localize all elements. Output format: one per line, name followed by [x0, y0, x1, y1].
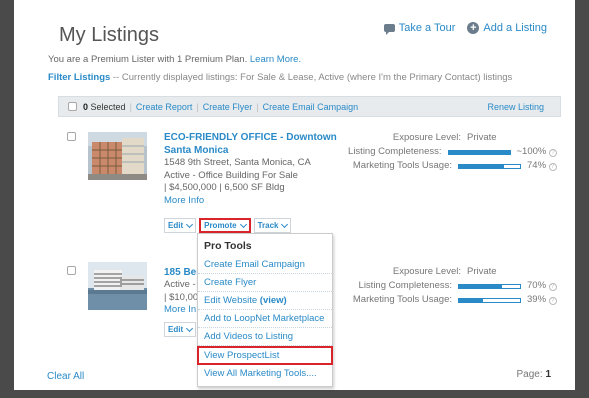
promote-button[interactable]: Promote [199, 218, 251, 233]
help-icon[interactable]: ? [549, 149, 557, 157]
menu-item-view-prospectlist[interactable]: View ProspectList [197, 346, 333, 365]
listing-checkbox[interactable] [67, 266, 76, 275]
selected-count: 0 Selected [83, 101, 126, 112]
help-icon[interactable]: ? [548, 163, 557, 171]
pagination: Page: 1 [517, 369, 551, 380]
marketing-bar [458, 163, 521, 169]
completeness-label: Listing Completeness: [358, 280, 452, 291]
pro-tools-header: Pro Tools [204, 240, 252, 252]
exposure-row: Exposure Level: Private [348, 131, 557, 145]
promote-dropdown-menu: Pro Tools Create Email Campaign Create F… [197, 233, 333, 387]
help-icon[interactable]: ? [548, 283, 557, 291]
divider: | [196, 101, 199, 112]
premium-notice: You are a Premium Lister with 1 Premium … [48, 54, 301, 65]
marketing-row: Marketing Tools Usage: 74% ? [348, 159, 557, 173]
marketing-row: Marketing Tools Usage: 39% ? [353, 293, 557, 307]
divider: | [129, 101, 132, 112]
exposure-label: Exposure Level: [392, 266, 461, 277]
completeness-row: Listing Completeness: 70% ? [353, 279, 557, 293]
create-email-campaign-link[interactable]: Create Email Campaign [263, 102, 359, 112]
add-listing-label: Add a Listing [483, 22, 547, 34]
marketing-value: 39% ? [527, 293, 557, 307]
page-label: Page: [516, 369, 543, 380]
filter-listings-link[interactable]: Filter Listings [48, 72, 110, 83]
listing-stats: Exposure Level: Private Listing Complete… [353, 265, 557, 307]
listing-thumbnail[interactable] [88, 262, 147, 310]
more-info-link[interactable]: More Info [164, 195, 354, 208]
listing-row: ECO-FRIENDLY OFFICE - Downtown Santa Mon… [58, 128, 561, 233]
listing-price: | $4,500,000 | 6,500 SF Bldg [164, 182, 285, 193]
filter-row: Filter Listings -- Currently displayed l… [48, 72, 512, 83]
marketing-label: Marketing Tools Usage: [352, 160, 452, 171]
chevron-down-icon [239, 220, 247, 228]
create-flyer-link[interactable]: Create Flyer [203, 102, 253, 112]
premium-text: You are a Premium Lister with 1 Premium … [48, 54, 248, 65]
listing-name-link[interactable]: ECO-FRIENDLY OFFICE - Downtown Santa Mon… [164, 131, 354, 157]
plus-icon: + [467, 22, 480, 34]
listing-stats: Exposure Level: Private Listing Complete… [348, 131, 557, 173]
exposure-row: Exposure Level: Private [353, 265, 557, 279]
exposure-label: Exposure Level: [392, 132, 461, 143]
listing-info: ECO-FRIENDLY OFFICE - Downtown Santa Mon… [164, 131, 354, 207]
listing-status: Active - Office Building For Sale [164, 169, 298, 181]
completeness-row: Listing Completeness: ~100% ? [348, 145, 557, 159]
marketing-value: 74% ? [527, 159, 557, 173]
track-button[interactable]: Track [253, 218, 292, 233]
listing-thumbnail[interactable] [88, 132, 147, 180]
completeness-value: ~100% ? [517, 145, 557, 159]
marketing-label: Marketing Tools Usage: [352, 294, 452, 305]
menu-item-add-videos[interactable]: Add Videos to Listing [198, 328, 332, 346]
chevron-down-icon [281, 220, 289, 228]
marketing-bar [458, 297, 521, 303]
listing-checkbox[interactable] [67, 132, 76, 141]
menu-item-view-all-marketing-tools[interactable]: View All Marketing Tools.... [198, 365, 332, 382]
action-toolbar: 0 Selected | Create Report | Create Flye… [58, 96, 561, 117]
create-report-link[interactable]: Create Report [136, 102, 193, 112]
chevron-down-icon [186, 220, 194, 228]
take-tour-label: Take a Tour [398, 22, 456, 34]
edit-button[interactable]: Edit [164, 218, 197, 233]
menu-item-add-to-marketplace[interactable]: Add to LoopNet Marketplace [198, 310, 332, 328]
filter-description: -- Currently displayed listings: For Sal… [110, 72, 513, 83]
completeness-bar [458, 283, 521, 289]
listing-actions: Edit Promote Track [164, 218, 292, 233]
completeness-bar [447, 149, 511, 155]
chat-icon [383, 24, 395, 35]
menu-item-create-flyer[interactable]: Create Flyer [198, 274, 332, 292]
exposure-value: Private [467, 132, 497, 143]
add-listing-link[interactable]: + Add a Listing [467, 22, 547, 34]
menu-item-create-email-campaign[interactable]: Create Email Campaign [198, 256, 332, 274]
listing-address: 1548 9th Street, Santa Monica, CA [164, 157, 311, 168]
completeness-label: Listing Completeness: [348, 146, 442, 157]
learn-more-link[interactable]: Learn More. [250, 54, 301, 65]
take-tour-link[interactable]: Take a Tour [383, 22, 456, 35]
page-number[interactable]: 1 [545, 369, 551, 380]
renew-listing-link[interactable]: Renew Listing [487, 102, 544, 112]
help-icon[interactable]: ? [548, 297, 557, 305]
menu-item-edit-website[interactable]: Edit Website (view) [198, 292, 332, 310]
exposure-value: Private [467, 266, 497, 277]
edit-button[interactable]: Edit [164, 322, 197, 337]
view-website-link[interactable]: (view) [260, 295, 287, 306]
divider: | [256, 101, 259, 112]
page-title: My Listings [59, 24, 160, 46]
chevron-down-icon [186, 324, 194, 332]
select-all-checkbox[interactable] [68, 102, 77, 111]
listing-actions: Edit [164, 322, 197, 337]
top-links: Take a Tour + Add a Listing [383, 22, 547, 35]
completeness-value: 70% ? [527, 279, 557, 293]
clear-all-link[interactable]: Clear All [47, 371, 84, 382]
